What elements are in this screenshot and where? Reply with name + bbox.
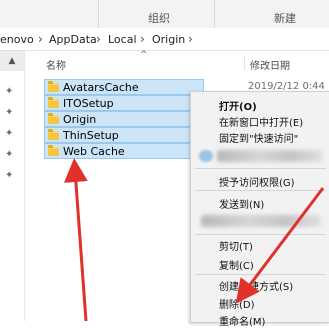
annotation-arrows — [63, 158, 325, 321]
arrow-to-folders — [63, 158, 88, 321]
arrow-to-delete — [235, 187, 325, 304]
